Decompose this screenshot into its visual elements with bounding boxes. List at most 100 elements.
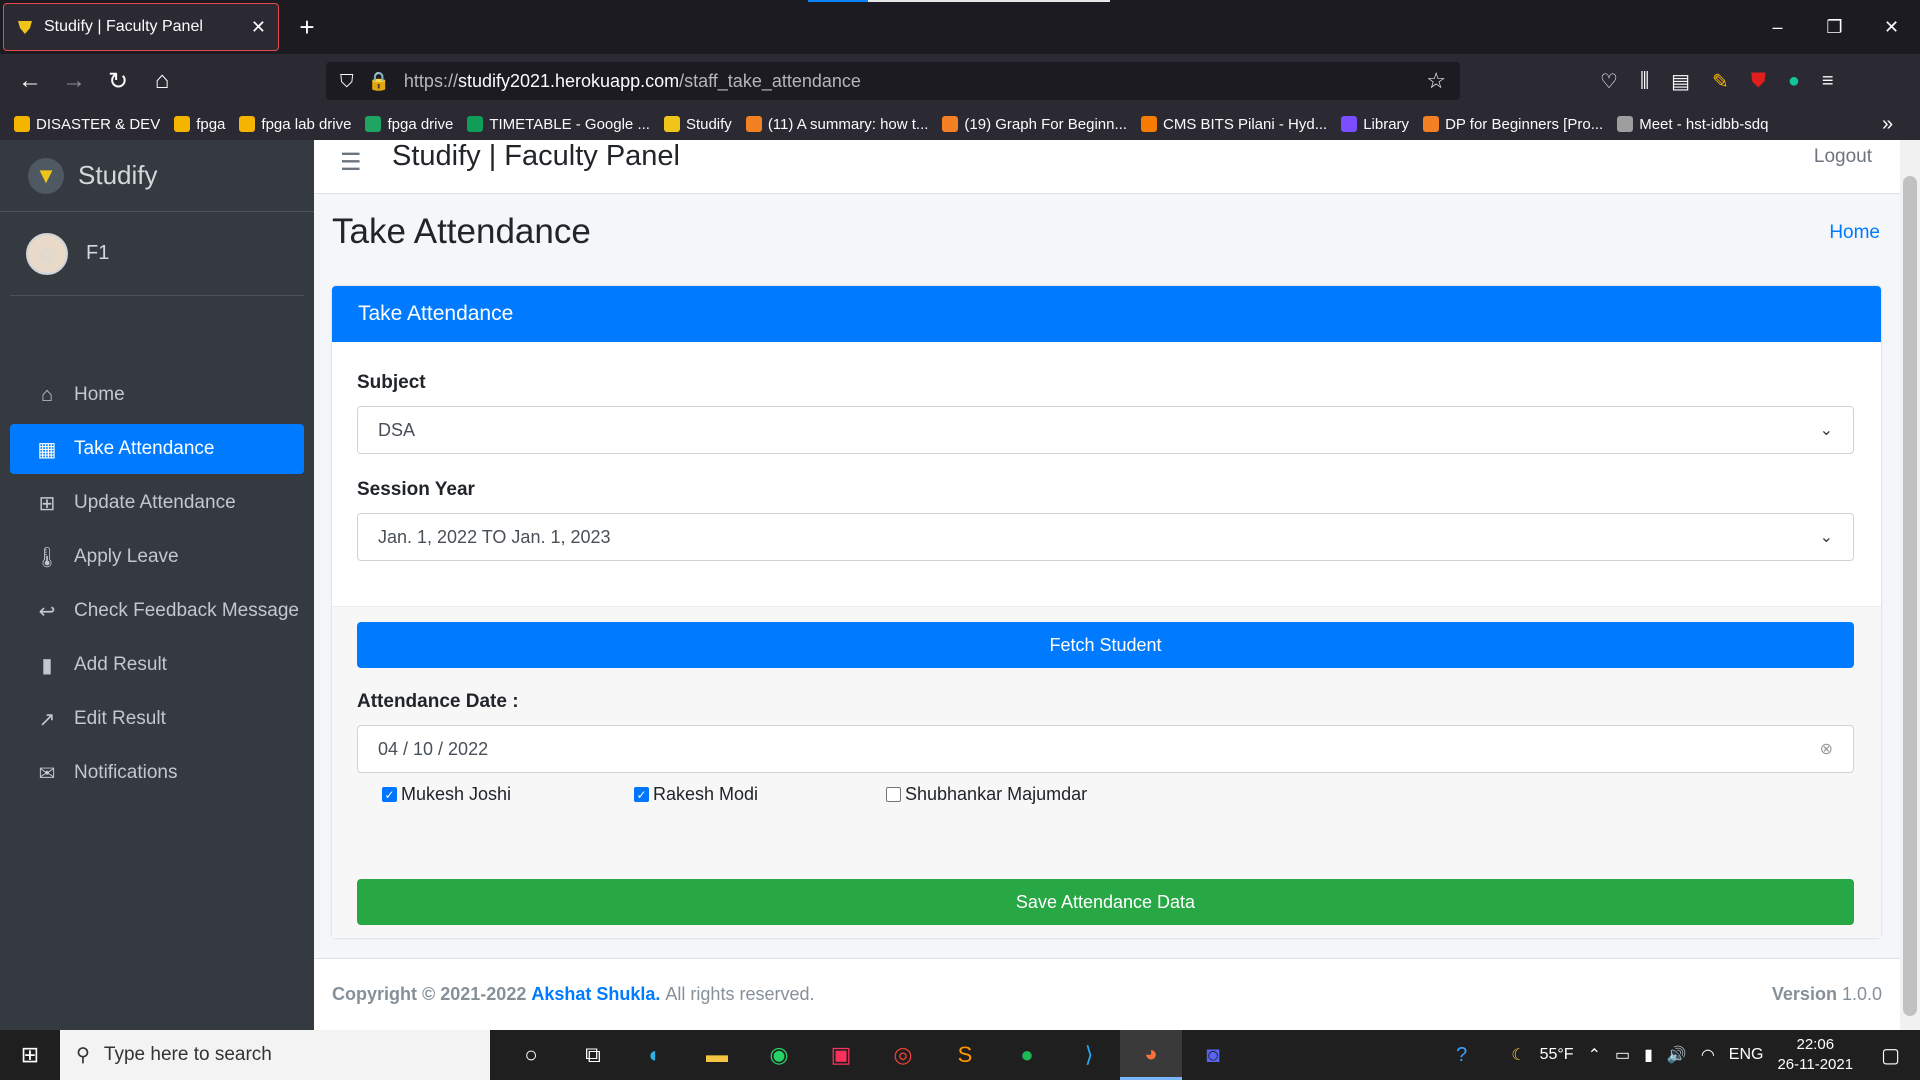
pocket-icon[interactable]: ♡: [1600, 69, 1618, 94]
restore-icon[interactable]: ❐: [1806, 17, 1863, 38]
spotify-icon[interactable]: ●: [996, 1030, 1058, 1080]
minimize-icon[interactable]: –: [1749, 17, 1806, 38]
wifi-icon[interactable]: ◠: [1701, 1045, 1715, 1065]
file-explorer-icon[interactable]: ▬: [686, 1030, 748, 1080]
menu-icon[interactable]: ≡: [1822, 70, 1834, 93]
vscode-icon[interactable]: ⟩: [1058, 1030, 1120, 1080]
sidebar-icon[interactable]: ▤: [1671, 69, 1690, 94]
clock-time: 22:06: [1796, 1036, 1835, 1053]
bookmark-favicon-icon: [174, 116, 191, 132]
chevron-up-icon[interactable]: ⌃: [1588, 1045, 1601, 1065]
help-icon[interactable]: ?: [1456, 1044, 1467, 1067]
subject-select[interactable]: DSA ⌄: [357, 406, 1854, 454]
sidebar-item-label: Update Attendance: [74, 492, 236, 513]
fetch-student-button[interactable]: Fetch Student: [357, 622, 1854, 668]
student-checkbox[interactable]: [886, 787, 901, 802]
sidebar-item-label: Home: [74, 384, 125, 405]
page-scrollbar[interactable]: [1900, 140, 1920, 1030]
taskbar-search[interactable]: ⚲ Type here to search: [60, 1030, 490, 1080]
clock[interactable]: 22:06 26-11-2021: [1777, 1035, 1853, 1075]
bookmark-item[interactable]: DISASTER & DEV: [14, 116, 160, 133]
library-icon[interactable]: ⫼: [1640, 70, 1649, 93]
subject-value: DSA: [378, 419, 416, 440]
student-checkbox-item[interactable]: ✓ Mukesh Joshi: [382, 784, 511, 805]
edge-icon[interactable]: ◐: [624, 1030, 686, 1080]
student-checkbox-item[interactable]: Shubhankar Majumdar: [886, 784, 1087, 805]
notifications-icon[interactable]: ▢: [1881, 1043, 1900, 1068]
bookmark-item[interactable]: TIMETABLE - Google ...: [467, 116, 650, 133]
student-checkbox[interactable]: ✓: [634, 787, 649, 802]
back-icon[interactable]: ←: [8, 59, 52, 103]
forward-icon[interactable]: →: [52, 59, 96, 103]
bookmark-item[interactable]: CMS BITS Pilani - Hyd...: [1141, 116, 1327, 133]
sidebar-item-home[interactable]: ⌂ Home: [10, 370, 304, 420]
bookmark-item[interactable]: fpga: [174, 116, 225, 133]
language-indicator[interactable]: ENG: [1729, 1046, 1764, 1064]
student-checkbox[interactable]: ✓: [382, 787, 397, 802]
attendance-date-input[interactable]: 04 / 10 / 2022 ⊗: [357, 725, 1854, 773]
chrome-icon[interactable]: ◎: [872, 1030, 934, 1080]
browser-tab[interactable]: Studify | Faculty Panel ✕: [3, 3, 279, 51]
sublime-icon[interactable]: S: [934, 1030, 996, 1080]
volume-icon[interactable]: 🔊: [1667, 1045, 1687, 1065]
sidebar-item-edit-result[interactable]: ↗ Edit Result: [10, 694, 304, 744]
bookmark-item[interactable]: fpga lab drive: [239, 116, 351, 133]
firefox-icon[interactable]: ◕: [1120, 1030, 1182, 1080]
weather-icon[interactable]: ☾: [1511, 1045, 1525, 1065]
sidebar-item-check-feedback-message[interactable]: ↩ Check Feedback Message: [10, 586, 304, 636]
logout-link[interactable]: Logout: [1814, 146, 1872, 168]
sidebar-item-update-attendance[interactable]: ⊞ Update Attendance: [10, 478, 304, 528]
lock-icon[interactable]: 🔒: [368, 71, 390, 92]
intellij-icon[interactable]: ▣: [810, 1030, 872, 1080]
clear-date-icon[interactable]: ⊗: [1820, 739, 1833, 759]
sidebar-item-label: Check Feedback Message: [74, 600, 299, 621]
shield-icon[interactable]: ⛉: [340, 71, 354, 92]
bookmarks-overflow-icon[interactable]: »: [1882, 108, 1893, 140]
close-tab-icon[interactable]: ✕: [251, 17, 266, 38]
bookmark-item[interactable]: DP for Beginners [Pro...: [1423, 116, 1603, 133]
grammarly-icon[interactable]: ●: [1788, 70, 1800, 93]
bookmark-label: DISASTER & DEV: [36, 115, 161, 133]
bookmark-item[interactable]: Library: [1341, 116, 1409, 133]
scrollbar-thumb[interactable]: [1903, 176, 1917, 1016]
sidebar-item-add-result[interactable]: ▮ Add Result: [10, 640, 304, 690]
task-view-icon[interactable]: ⧉: [562, 1030, 624, 1080]
author-link[interactable]: Akshat Shukla.: [531, 984, 660, 1005]
device-icon[interactable]: ▭: [1615, 1045, 1630, 1065]
discord-icon[interactable]: ◙: [1182, 1030, 1244, 1080]
reload-icon[interactable]: ↻: [96, 59, 140, 103]
sidebar-item-label: Take Attendance: [74, 438, 215, 459]
hamburger-menu-icon[interactable]: ☰: [340, 148, 362, 177]
bookmark-item[interactable]: fpga drive: [365, 116, 453, 133]
cortana-icon[interactable]: ○: [500, 1030, 562, 1080]
subject-label: Subject: [357, 372, 426, 393]
window-close-icon[interactable]: ✕: [1863, 17, 1920, 38]
chevron-down-icon: ⌄: [1819, 422, 1833, 439]
save-attendance-button[interactable]: Save Attendance Data: [357, 879, 1854, 925]
bookmark-item[interactable]: (11) A summary: how t...: [745, 116, 928, 133]
window-controls: – ❐ ✕: [1749, 0, 1920, 54]
sidebar-item-apply-leave[interactable]: 🌡 Apply Leave: [10, 532, 304, 582]
bookmark-label: fpga: [196, 115, 226, 133]
url-bar[interactable]: ⛉ 🔒 https:// studify2021.herokuapp.com /…: [326, 62, 1460, 100]
session-year-select[interactable]: Jan. 1, 2022 TO Jan. 1, 2023 ⌄: [357, 513, 1854, 561]
brand-link[interactable]: ▼ Studify: [0, 140, 314, 212]
sidebar-item-take-attendance[interactable]: ▦ Take Attendance: [10, 424, 304, 474]
student-checkbox-item[interactable]: ✓ Rakesh Modi: [634, 784, 758, 805]
battery-icon[interactable]: ▮: [1644, 1045, 1653, 1065]
bookmark-star-icon[interactable]: ☆: [1426, 68, 1446, 94]
bookmark-item[interactable]: (19) Graph For Beginn...: [942, 116, 1127, 133]
weather-temp[interactable]: 55°F: [1540, 1046, 1574, 1064]
home-browser-icon[interactable]: ⌂: [140, 59, 184, 103]
bookmark-item[interactable]: Studify: [663, 116, 732, 133]
line-chart-icon: ↗: [38, 708, 56, 731]
windows-start-icon[interactable]: ⊞: [0, 1030, 60, 1080]
user-panel[interactable]: ☺ F1: [10, 212, 304, 296]
bookmark-item[interactable]: Meet - hst-idbb-sdq: [1617, 116, 1768, 133]
breadcrumb-home-link[interactable]: Home: [1829, 222, 1880, 244]
sidebar-item-notifications[interactable]: ✉ Notifications: [10, 748, 304, 798]
new-tab-button[interactable]: +: [292, 12, 322, 42]
extension-icon[interactable]: ✎: [1712, 69, 1729, 94]
ublock-icon[interactable]: ⛊: [1751, 70, 1766, 93]
whatsapp-icon[interactable]: ◉: [748, 1030, 810, 1080]
